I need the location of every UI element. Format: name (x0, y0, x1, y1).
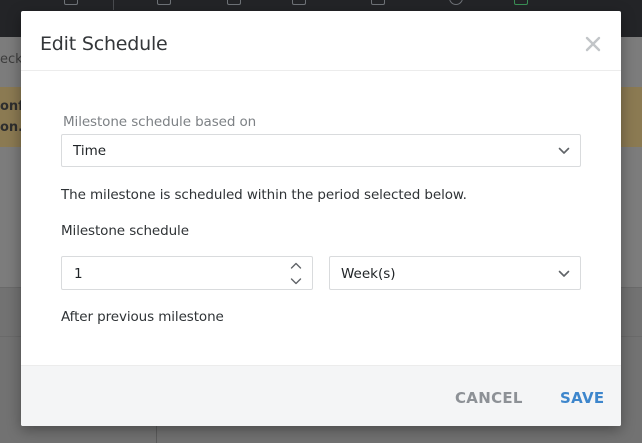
background-column-divider (156, 425, 157, 443)
close-icon (585, 36, 601, 52)
topbar-separator (113, 0, 114, 10)
close-button[interactable] (582, 33, 604, 55)
chevron-down-icon (558, 147, 570, 154)
schedule-unit-value: Week(s) (341, 266, 396, 282)
edit-schedule-dialog: Edit Schedule Milestone schedule based o… (21, 11, 621, 426)
chevron-down-icon (558, 270, 570, 277)
target-icon (449, 0, 463, 5)
lock-icon (292, 0, 306, 5)
sliders-icon (514, 0, 528, 5)
chevron-up-icon[interactable] (290, 261, 302, 271)
schedule-amount-value: 1 (74, 266, 83, 282)
square-icon (371, 0, 385, 5)
chevron-down-icon[interactable] (290, 276, 302, 286)
milestone-schedule-label: Milestone schedule (61, 223, 189, 239)
based-on-label: Milestone schedule based on (63, 114, 257, 130)
dialog-title: Edit Schedule (40, 33, 168, 55)
after-previous-milestone-text: After previous milestone (61, 309, 224, 325)
schedule-amount-input[interactable]: 1 (61, 256, 313, 290)
dialog-header: Edit Schedule (21, 11, 621, 71)
star-icon (64, 0, 78, 5)
based-on-select[interactable]: Time (61, 134, 581, 167)
background-breadcrumb: eck (0, 52, 23, 67)
schedule-description: The milestone is scheduled within the pe… (61, 187, 467, 203)
grid-icon (157, 0, 171, 5)
dialog-footer: CANCEL SAVE (21, 365, 621, 426)
banner-text-line2: on. (0, 120, 24, 135)
based-on-value: Time (73, 143, 107, 159)
copy-icon (227, 0, 241, 5)
schedule-unit-select[interactable]: Week(s) (329, 256, 581, 290)
quantity-stepper (290, 261, 302, 287)
save-button[interactable]: SAVE (560, 389, 604, 407)
cancel-button[interactable]: CANCEL (455, 389, 523, 407)
